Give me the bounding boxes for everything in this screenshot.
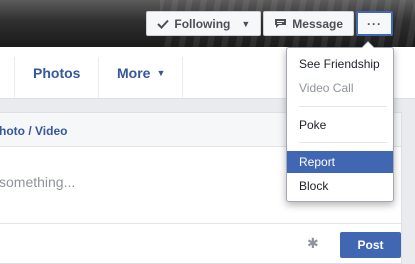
tab-photos-label: Photos: [33, 64, 81, 81]
message-icon: [274, 18, 287, 29]
menu-item-label: Report: [299, 155, 336, 169]
menu-divider: [299, 142, 387, 143]
photo-video-tab[interactable]: hoto / Video: [0, 124, 67, 138]
menu-item-block[interactable]: Block: [287, 175, 393, 197]
tab-more[interactable]: More ▼: [117, 47, 165, 98]
following-label: Following: [174, 16, 231, 31]
following-button[interactable]: Following ▼: [146, 11, 262, 36]
check-icon: [157, 19, 170, 29]
composer-footer: ✱ Post: [0, 223, 401, 264]
tab-photos[interactable]: Photos: [33, 47, 80, 98]
more-options-button[interactable]: ···: [356, 11, 393, 36]
menu-item-label: Video Call: [299, 81, 354, 95]
menu-item-video-call: Video Call: [287, 77, 393, 99]
cover-actions: Following ▼ Message ···: [146, 11, 393, 36]
menu-divider: [299, 106, 387, 107]
post-button-label: Post: [357, 238, 384, 252]
nav-divider: [14, 57, 15, 98]
menu-item-see-friendship[interactable]: See Friendship: [287, 53, 393, 75]
message-button[interactable]: Message: [263, 11, 354, 36]
more-options-menu: See Friendship Video Call Poke Report Bl…: [286, 41, 394, 202]
menu-item-label: See Friendship: [299, 57, 380, 71]
ellipsis-icon: ···: [367, 16, 382, 31]
nav-divider: [98, 57, 99, 98]
chevron-down-icon: ▼: [241, 18, 251, 29]
menu-item-report[interactable]: Report: [287, 151, 393, 173]
composer-input[interactable]: something...: [0, 174, 75, 190]
nav-divider: [182, 57, 183, 98]
menu-item-label: Block: [299, 179, 329, 193]
chevron-down-icon: ▼: [156, 67, 166, 78]
menu-item-label: Poke: [299, 118, 327, 132]
post-button[interactable]: Post: [340, 232, 401, 258]
message-label: Message: [292, 16, 343, 31]
menu-item-poke[interactable]: Poke: [287, 114, 393, 136]
tab-more-label: More: [117, 64, 151, 81]
gear-icon[interactable]: ✱: [307, 235, 319, 252]
menu-pointer: [361, 41, 375, 48]
